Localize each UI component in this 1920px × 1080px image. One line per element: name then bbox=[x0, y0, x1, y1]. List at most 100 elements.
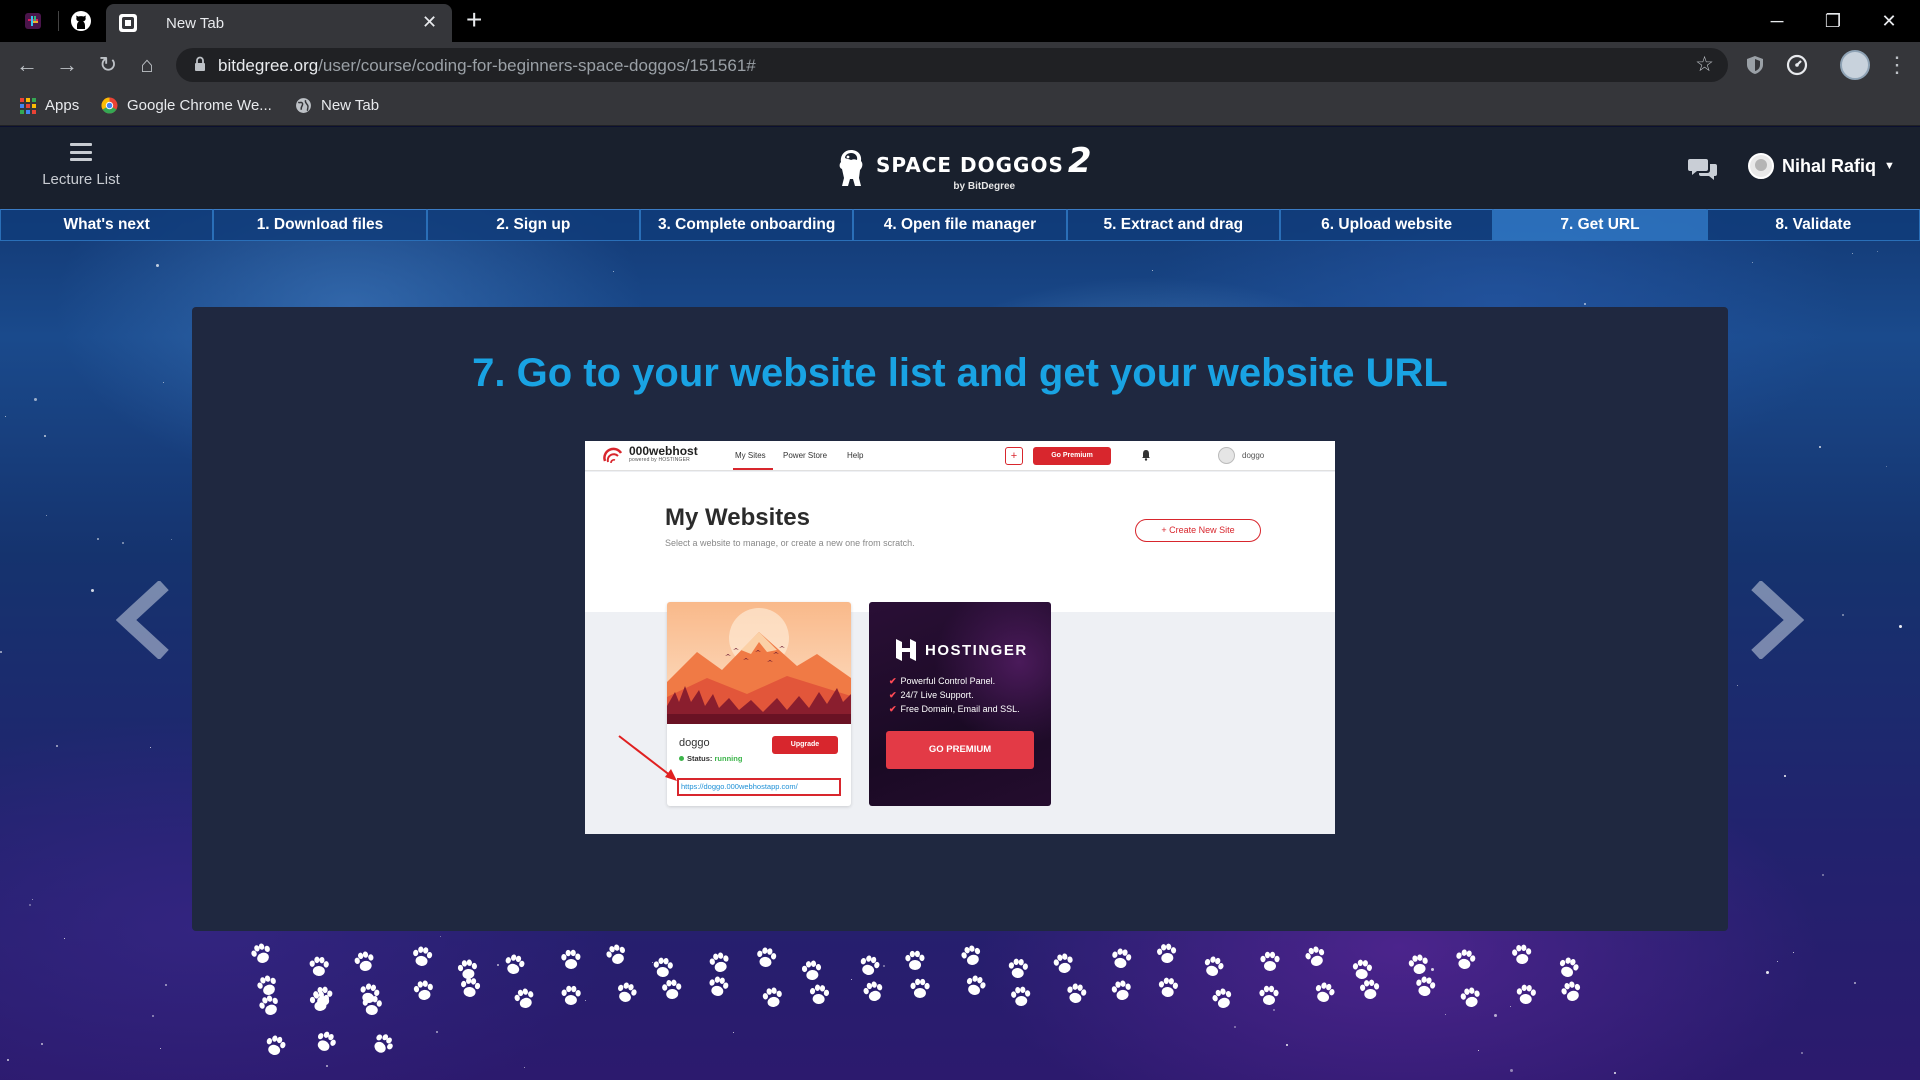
paw-print-icon bbox=[662, 979, 682, 999]
space-doggos-logo[interactable]: SPACE DOGGOS 2 by BitDegree bbox=[836, 144, 1093, 192]
star-dot bbox=[1801, 1052, 1803, 1054]
star-dot bbox=[64, 938, 65, 939]
paw-print-icon bbox=[413, 946, 433, 966]
address-bar[interactable]: bitdegree.org/user/course/coding-for-beg… bbox=[176, 48, 1728, 82]
active-tab[interactable]: New Tab ✕ bbox=[106, 4, 452, 42]
new-tab-button[interactable]: + bbox=[466, 6, 482, 34]
paw-print-icon bbox=[1008, 958, 1028, 978]
paw-print-icon bbox=[514, 988, 534, 1008]
paw-print-icon bbox=[354, 951, 374, 971]
paw-print-icon bbox=[1559, 957, 1579, 977]
close-window-button[interactable]: ✕ bbox=[1866, 6, 1912, 36]
paw-print-icon bbox=[374, 1034, 393, 1053]
paw-print-icon bbox=[757, 947, 777, 967]
back-button[interactable]: ← bbox=[14, 52, 40, 78]
star-dot bbox=[1766, 971, 1769, 974]
home-button[interactable]: ⌂ bbox=[134, 52, 160, 78]
red-annotation-arrow-icon bbox=[618, 735, 677, 781]
chat-icon[interactable] bbox=[1688, 157, 1718, 181]
star-dot bbox=[1886, 466, 1887, 467]
site-header: Lecture List SPACE DOGGOS 2 by BitDegree … bbox=[0, 127, 1920, 209]
star-dot bbox=[585, 1000, 586, 1001]
next-slide-arrow-icon[interactable] bbox=[1748, 581, 1804, 659]
lesson-title: 7. Go to your website list and get your … bbox=[472, 351, 1448, 395]
bookmark-new-tab[interactable]: New Tab bbox=[295, 97, 379, 114]
paw-print-icon bbox=[413, 980, 433, 1000]
step-tab[interactable]: 1. Download files bbox=[213, 209, 427, 241]
star-dot bbox=[156, 264, 159, 267]
paw-print-icon bbox=[809, 984, 830, 1004]
pinned-tab-github[interactable] bbox=[56, 4, 106, 38]
bookmark-star-icon[interactable]: ☆ bbox=[1695, 52, 1714, 77]
paw-print-icon bbox=[966, 975, 986, 995]
paw-print-icon bbox=[961, 945, 981, 965]
paw-print-icon bbox=[1111, 980, 1131, 1000]
star-dot bbox=[613, 271, 614, 272]
star-dot bbox=[160, 1048, 161, 1049]
paw-print-icon bbox=[709, 952, 729, 972]
paw-print-icon bbox=[1158, 977, 1178, 997]
star-dot bbox=[1852, 253, 1853, 254]
chrome-menu-icon[interactable]: ⋮ bbox=[1886, 52, 1908, 78]
step-tab[interactable]: 4. Open file manager bbox=[853, 209, 1067, 241]
star-dot bbox=[1819, 446, 1821, 448]
paw-print-icon bbox=[362, 995, 382, 1015]
step-tab[interactable]: What's next bbox=[0, 209, 214, 241]
star-dot bbox=[41, 1043, 43, 1045]
star-dot bbox=[1478, 1050, 1479, 1051]
paw-print-icon bbox=[1360, 979, 1380, 999]
profile-avatar[interactable] bbox=[1840, 50, 1870, 80]
step-tab[interactable]: 8. Validate bbox=[1706, 209, 1920, 241]
step-tab[interactable]: 3. Complete onboarding bbox=[639, 209, 854, 241]
paw-print-icon bbox=[309, 956, 329, 976]
brand-number: 2 bbox=[1067, 141, 1093, 181]
star-dot bbox=[150, 747, 151, 748]
forward-button[interactable]: → bbox=[54, 52, 80, 78]
paw-print-icon bbox=[709, 976, 729, 996]
paw-print-icon bbox=[461, 977, 481, 997]
hamburger-menu-icon bbox=[70, 143, 92, 161]
reload-button[interactable]: ↻ bbox=[95, 52, 121, 78]
star-dot bbox=[152, 1015, 154, 1017]
star-dot bbox=[1510, 1069, 1513, 1072]
tab-close-icon[interactable]: ✕ bbox=[422, 12, 437, 33]
star-dot bbox=[497, 964, 499, 966]
shield-extension-icon[interactable] bbox=[1744, 54, 1766, 76]
bookmark-apps[interactable]: Apps bbox=[20, 97, 79, 114]
star-dot bbox=[44, 435, 46, 437]
bookmark-chrome-web-store[interactable]: Google Chrome We... bbox=[101, 97, 272, 114]
step-tab[interactable]: 7. Get URL bbox=[1493, 209, 1707, 241]
step-tab[interactable]: 6. Upload website bbox=[1279, 209, 1494, 241]
previous-slide-arrow-icon[interactable] bbox=[116, 581, 172, 659]
paw-print-icon bbox=[1460, 987, 1480, 1007]
star-dot bbox=[1286, 1044, 1288, 1046]
lecture-list-button[interactable]: Lecture List bbox=[36, 143, 126, 199]
pinned-tab-slack[interactable] bbox=[8, 4, 58, 38]
minimize-button[interactable]: ─ bbox=[1754, 6, 1800, 36]
paw-print-icon bbox=[860, 955, 880, 975]
paw-print-icon bbox=[801, 960, 822, 980]
speedometer-extension-icon[interactable] bbox=[1786, 54, 1808, 76]
star-dot bbox=[97, 538, 99, 540]
paw-print-icon bbox=[1512, 944, 1532, 964]
course-page: Lecture List SPACE DOGGOS 2 by BitDegree … bbox=[0, 127, 1920, 1080]
step-tab[interactable]: 2. Sign up bbox=[426, 209, 640, 241]
browser-titlebar: New Tab ✕ + ─ ❐ ✕ bbox=[0, 0, 1920, 42]
step-tab[interactable]: 5. Extract and drag bbox=[1066, 209, 1280, 241]
paw-print-icon bbox=[1456, 949, 1476, 969]
paw-print-icon bbox=[259, 995, 278, 1015]
tab-title: New Tab bbox=[166, 15, 225, 32]
instruction-screenshot: 000webhost powered by HOSTINGER My Sites… bbox=[585, 441, 1335, 834]
tab-favicon-icon bbox=[119, 14, 137, 32]
lock-icon bbox=[195, 56, 205, 71]
star-dot bbox=[733, 1032, 734, 1033]
restore-button[interactable]: ❐ bbox=[1810, 6, 1856, 36]
chrome-icon bbox=[101, 97, 118, 114]
paw-print-icon bbox=[1011, 986, 1031, 1006]
browser-toolbar: ← → ↻ ⌂ bitdegree.org/user/course/coding… bbox=[0, 42, 1920, 88]
user-menu[interactable]: Nihal Rafiq ▼ bbox=[1748, 153, 1895, 179]
paw-print-icon bbox=[360, 983, 380, 1003]
star-dot bbox=[1777, 961, 1778, 962]
star-dot bbox=[1752, 262, 1753, 263]
paw-print-icon bbox=[1260, 951, 1280, 971]
